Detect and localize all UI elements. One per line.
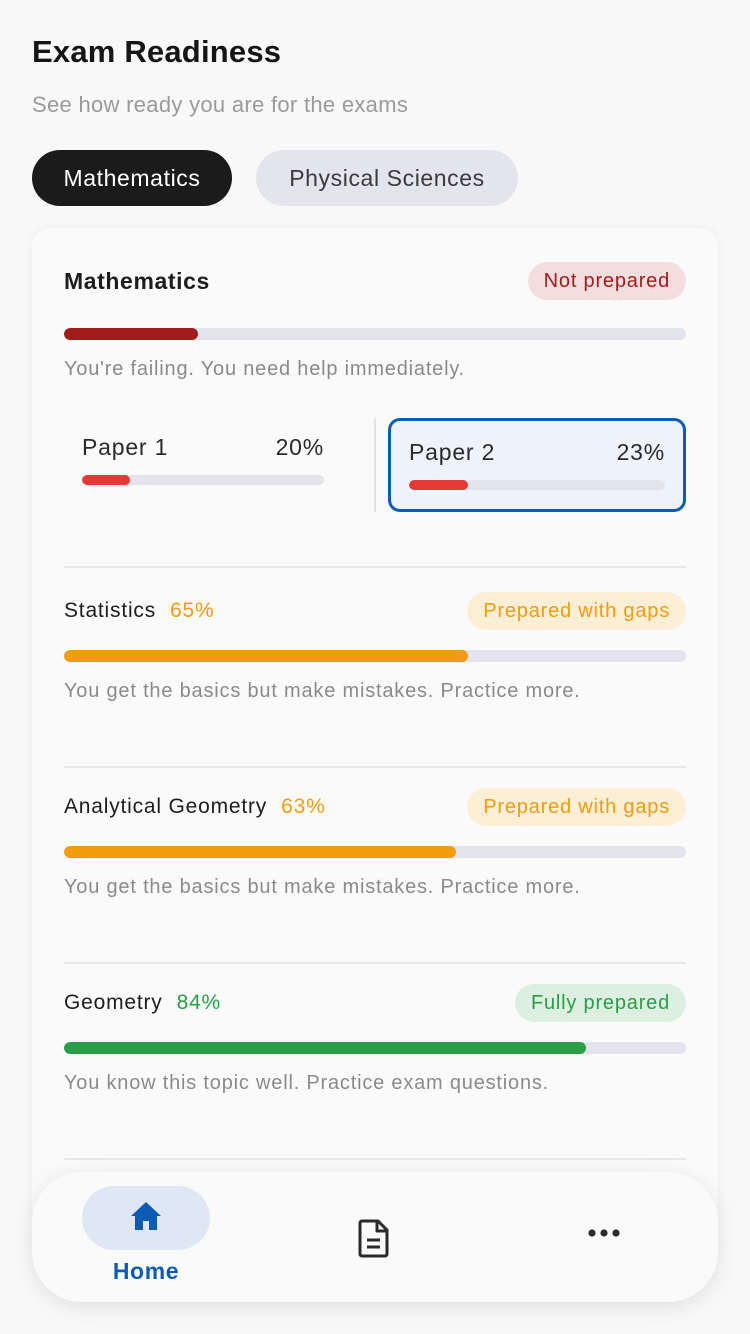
nav-home-button[interactable]: Home (82, 1186, 210, 1285)
topic-progress-bar (64, 846, 686, 858)
subject-tabs: Mathematics Physical Sciences (32, 150, 518, 206)
main-topic-name: Mathematics (64, 267, 210, 294)
topic-name: Geometry (64, 991, 163, 1014)
topic-percent: 65% (170, 599, 215, 622)
topic-note: You get the basics but make mistakes. Pr… (64, 680, 581, 702)
bottom-navigation: Home (32, 1172, 718, 1302)
topic-progress-bar (64, 1042, 686, 1054)
topic-percent: 63% (281, 795, 326, 818)
status-badge: Prepared with gaps (467, 592, 686, 630)
status-badge: Fully prepared (514, 984, 686, 1022)
topic-header-analytical-geometry[interactable]: Analytical Geometry 63% Prepared with ga… (64, 788, 686, 826)
section-divider (64, 962, 686, 964)
topic-note: You know this topic well. Practice exam … (64, 1072, 550, 1094)
topic-percent: 84% (176, 991, 222, 1014)
progress-fill (64, 650, 469, 662)
page-header: Exam Readiness See how ready you are for… (32, 34, 408, 118)
status-badge: Prepared with gaps (467, 788, 686, 826)
nav-documents-button[interactable] (356, 1218, 392, 1263)
section-divider (64, 766, 686, 768)
tab-physical-sciences[interactable]: Physical Sciences (256, 150, 518, 206)
topic-header-statistics[interactable]: Statistics 65% Prepared with gaps (64, 592, 686, 630)
section-divider (64, 566, 686, 568)
home-icon (128, 1199, 164, 1238)
main-topic-progress-bar (64, 328, 686, 340)
more-icon (587, 1226, 621, 1243)
topic-note: You get the basics but make mistakes. Pr… (64, 876, 581, 898)
main-topic-header: Mathematics Not prepared (64, 262, 686, 300)
progress-fill (82, 475, 131, 485)
paper-progress-bar (82, 475, 324, 485)
nav-more-button[interactable] (587, 1226, 621, 1244)
nav-home-pill (82, 1186, 210, 1250)
nav-home-label: Home (112, 1258, 180, 1284)
section-divider (64, 1158, 686, 1160)
tab-mathematics[interactable]: Mathematics (32, 150, 232, 206)
document-icon (356, 1219, 392, 1262)
topic-name: Analytical Geometry (64, 795, 268, 818)
paper-2-card[interactable]: Paper 2 23% (388, 418, 686, 512)
paper-label: Paper 1 (82, 434, 169, 460)
paper-progress-bar (409, 480, 665, 490)
main-topic-note: You're failing. You need help immediatel… (64, 358, 466, 380)
paper-divider (374, 418, 376, 512)
page-title: Exam Readiness (32, 34, 282, 69)
paper-percent: 23% (616, 439, 665, 465)
progress-fill (64, 1042, 587, 1054)
progress-fill (409, 480, 468, 490)
readiness-card: Mathematics Not prepared You're failing.… (32, 228, 718, 1228)
progress-fill (64, 846, 456, 858)
progress-fill (64, 328, 198, 340)
paper-1-card[interactable]: Paper 1 20% (64, 418, 342, 512)
paper-selector: Paper 1 20% Paper 2 23% (64, 418, 686, 512)
status-badge: Not prepared (527, 262, 686, 300)
paper-percent: 20% (275, 434, 324, 460)
topic-name: Statistics (64, 599, 157, 622)
topic-progress-bar (64, 650, 686, 662)
page-subtitle: See how ready you are for the exams (32, 92, 409, 117)
topic-header-geometry[interactable]: Geometry 84% Fully prepared (64, 984, 686, 1022)
paper-label: Paper 2 (409, 439, 496, 465)
